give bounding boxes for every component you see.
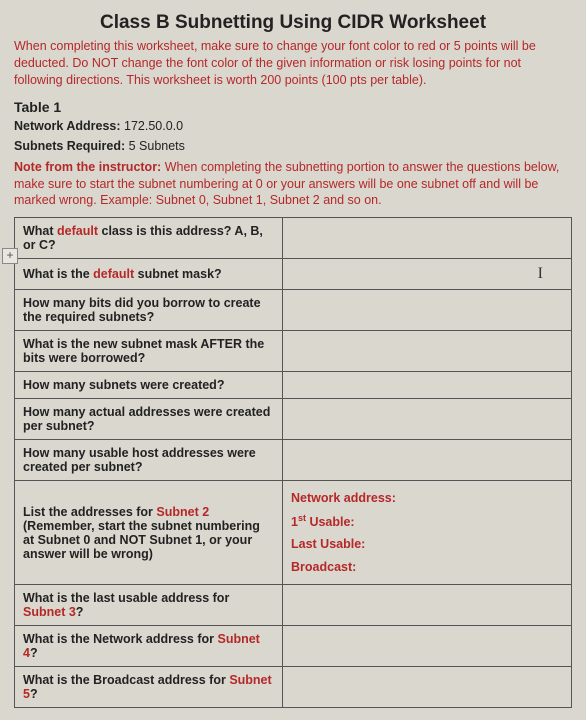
subnets-required-line: Subnets Required: 5 Subnets (14, 139, 572, 153)
answer-cell[interactable] (283, 626, 572, 667)
subnets-required-label: Subnets Required: (14, 139, 125, 153)
question-cell: What is the default subnet mask? (15, 259, 283, 290)
subnets-required-value: 5 Subnets (129, 139, 185, 153)
instructions-text: When completing this worksheet, make sur… (14, 38, 572, 89)
first-usable-label: 1st Usable: (291, 510, 563, 534)
instructor-note: Note from the instructor: When completin… (14, 159, 572, 210)
table-row: How many usable host addresses were crea… (15, 440, 572, 481)
worksheet-table: What default class is this address? A, B… (14, 217, 572, 708)
question-cell: What is the last usable address for Subn… (15, 585, 283, 626)
answer-cell[interactable] (283, 218, 572, 259)
question-cell: How many subnets were created? (15, 372, 283, 399)
answer-cell[interactable] (283, 372, 572, 399)
answer-cell[interactable] (283, 290, 572, 331)
answer-cell[interactable]: I (283, 259, 572, 290)
expand-icon[interactable]: + (2, 248, 18, 264)
broadcast-label: Broadcast: (291, 556, 563, 579)
answer-cell[interactable] (283, 399, 572, 440)
answer-cell[interactable] (283, 440, 572, 481)
table-row: How many bits did you borrow to create t… (15, 290, 572, 331)
table-row: What is the last usable address for Subn… (15, 585, 572, 626)
network-address-label: Network Address: (14, 119, 121, 133)
question-cell: How many actual addresses were created p… (15, 399, 283, 440)
question-cell: What is the Network address for Subnet 4… (15, 626, 283, 667)
last-usable-label: Last Usable: (291, 533, 563, 556)
table-row: How many actual addresses were created p… (15, 399, 572, 440)
page-title: Class B Subnetting Using CIDR Worksheet (14, 12, 572, 34)
table-row: List the addresses for Subnet 2 (Remembe… (15, 481, 572, 585)
question-cell: How many usable host addresses were crea… (15, 440, 283, 481)
question-cell: List the addresses for Subnet 2 (Remembe… (15, 481, 283, 585)
network-address-value: 172.50.0.0 (124, 119, 183, 133)
net-addr-label: Network address: (291, 487, 563, 510)
table-row: What is the Network address for Subnet 4… (15, 626, 572, 667)
answer-labels: Network address: 1st Usable: Last Usable… (291, 487, 563, 578)
text-cursor-icon: I (538, 265, 543, 283)
table-row: What is the Broadcast address for Subnet… (15, 667, 572, 708)
table-row: How many subnets were created? (15, 372, 572, 399)
question-cell: What is the new subnet mask AFTER the bi… (15, 331, 283, 372)
answer-cell[interactable] (283, 331, 572, 372)
table-label: Table 1 (14, 99, 572, 115)
note-label: Note from the instructor: (14, 160, 161, 174)
answer-cell[interactable] (283, 667, 572, 708)
table-row: What default class is this address? A, B… (15, 218, 572, 259)
question-cell: What is the Broadcast address for Subnet… (15, 667, 283, 708)
table-row: What is the default subnet mask? I (15, 259, 572, 290)
network-address-line: Network Address: 172.50.0.0 (14, 119, 572, 133)
question-cell: How many bits did you borrow to create t… (15, 290, 283, 331)
answer-cell[interactable]: Network address: 1st Usable: Last Usable… (283, 481, 572, 585)
table-row: What is the new subnet mask AFTER the bi… (15, 331, 572, 372)
answer-cell[interactable] (283, 585, 572, 626)
question-cell: What default class is this address? A, B… (15, 218, 283, 259)
